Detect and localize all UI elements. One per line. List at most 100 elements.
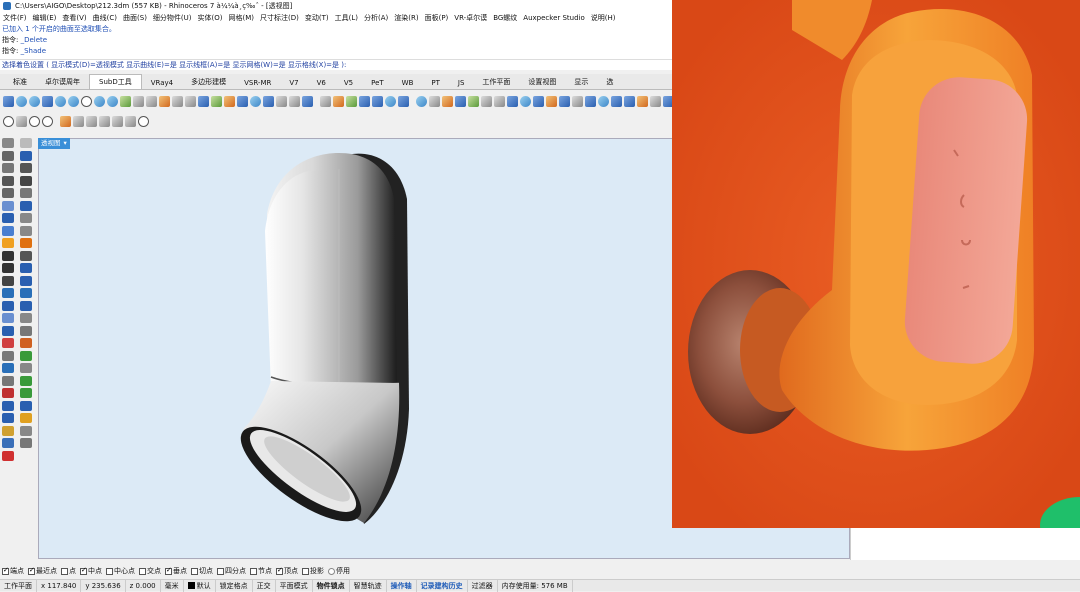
osnap-checkbox[interactable]	[165, 566, 172, 575]
toolbar-tool-icon[interactable]	[112, 115, 123, 127]
toolbar-tool-icon[interactable]	[650, 95, 661, 107]
toolbar-tool-icon[interactable]	[185, 95, 196, 107]
menu-item[interactable]: 查看(V)	[62, 13, 86, 23]
smarttrack-toggle[interactable]: 智慧轨迹	[350, 579, 387, 592]
palette-tool-icon[interactable]	[2, 250, 14, 261]
palette-tool-icon[interactable]	[20, 225, 32, 236]
palette-tool-icon[interactable]	[20, 200, 32, 211]
osnap-checkbox[interactable]	[139, 567, 146, 575]
menu-item[interactable]: VR-卓尔谟	[454, 13, 487, 23]
toolbar-tool-icon[interactable]	[507, 95, 518, 107]
toolbar-tool-icon[interactable]	[385, 95, 396, 107]
toolbar-tool-icon[interactable]	[146, 95, 157, 107]
toolbar-tool-icon[interactable]	[637, 95, 648, 107]
palette-tool-icon[interactable]	[2, 213, 14, 223]
palette-tool-icon[interactable]	[20, 338, 32, 348]
toolbar-tool-icon[interactable]	[624, 95, 635, 107]
osnap-checkbox[interactable]	[302, 567, 309, 575]
toolbar-tool-icon[interactable]	[16, 95, 27, 107]
toolbar-tab[interactable]: V5	[335, 77, 362, 89]
palette-tool-icon[interactable]	[2, 450, 14, 461]
toolbar-tool-icon[interactable]	[416, 95, 427, 107]
toolbar-tool-icon[interactable]	[29, 95, 40, 107]
palette-tool-icon[interactable]	[20, 238, 32, 248]
history-toggle[interactable]: 记录建构历史	[417, 579, 468, 592]
osnap-option[interactable]: 交点	[139, 566, 161, 576]
menu-item[interactable]: 编辑(E)	[33, 13, 57, 23]
toolbar-tool-icon[interactable]	[198, 95, 209, 107]
palette-tool-icon[interactable]	[2, 400, 14, 411]
toolbar-tab[interactable]: SubD工具	[89, 74, 142, 89]
toolbar-tab[interactable]: 显示	[565, 75, 597, 89]
palette-tool-icon[interactable]	[20, 363, 32, 373]
menu-item[interactable]: 实体(O)	[198, 13, 223, 23]
palette-tool-icon[interactable]	[20, 275, 32, 286]
toolbar-tool-icon[interactable]	[359, 95, 370, 107]
toolbar-tab[interactable]: 选	[597, 75, 622, 89]
osnap-disable-radio[interactable]	[328, 567, 335, 575]
toolbar-tool-icon[interactable]	[211, 95, 222, 107]
earbud-model[interactable]	[227, 153, 409, 537]
palette-tool-icon[interactable]	[20, 250, 32, 261]
toolbar-tab[interactable]: PeT	[362, 77, 393, 89]
toolbar-tab[interactable]: VRay4	[142, 77, 182, 89]
filter-toggle[interactable]: 过滤器	[468, 579, 498, 592]
palette-tool-icon[interactable]	[2, 438, 14, 448]
menu-item[interactable]: 工具(L)	[335, 13, 358, 23]
toolbar-tool-icon[interactable]	[333, 95, 344, 107]
toolbar-tool-icon[interactable]	[42, 115, 53, 127]
menu-item[interactable]: 尺寸标注(D)	[260, 13, 299, 23]
toolbar-tool-icon[interactable]	[276, 95, 287, 107]
osnap-checkbox[interactable]	[276, 566, 283, 575]
toolbar-tool-icon[interactable]	[125, 115, 136, 127]
osnap-option[interactable]: 中心点	[106, 566, 135, 576]
toolbar-tool-icon[interactable]	[120, 95, 131, 107]
palette-tool-icon[interactable]	[2, 225, 14, 236]
toolbar-tool-icon[interactable]	[60, 115, 71, 127]
toolbar-tool-icon[interactable]	[107, 95, 118, 107]
toolbar-tool-icon[interactable]	[133, 95, 144, 107]
palette-tool-icon[interactable]	[2, 313, 14, 323]
toolbar-tool-icon[interactable]	[398, 95, 409, 107]
palette-tool-icon[interactable]	[20, 325, 32, 336]
palette-tool-icon[interactable]	[20, 163, 32, 173]
osnap-option[interactable]: 中点	[80, 566, 102, 576]
palette-tool-icon[interactable]	[2, 388, 14, 398]
menu-item[interactable]: 细分物件(U)	[153, 13, 192, 23]
menu-item[interactable]: BG螺纹	[493, 13, 517, 23]
palette-tool-icon[interactable]	[20, 138, 32, 148]
toolbar-tool-icon[interactable]	[455, 95, 466, 107]
palette-tool-icon[interactable]	[2, 150, 14, 161]
toolbar-tool-icon[interactable]	[585, 95, 596, 107]
palette-tool-icon[interactable]	[20, 150, 32, 161]
menu-item[interactable]: 变动(T)	[305, 13, 329, 23]
toolbar-tool-icon[interactable]	[546, 95, 557, 107]
toolbar-tool-icon[interactable]	[468, 95, 479, 107]
toolbar-tab[interactable]: 标准	[4, 75, 36, 89]
toolbar-tool-icon[interactable]	[250, 95, 261, 107]
toolbar-tab[interactable]: 工作平面	[473, 75, 519, 89]
osnap-checkbox[interactable]	[191, 567, 198, 575]
palette-tool-icon[interactable]	[20, 350, 32, 361]
palette-tool-icon[interactable]	[20, 413, 32, 423]
toolbar-tool-icon[interactable]	[16, 115, 27, 127]
osnap-option[interactable]: 停用	[328, 566, 350, 576]
toolbar-tab[interactable]: 卓尔谟周年	[36, 75, 89, 89]
palette-tool-icon[interactable]	[2, 375, 14, 386]
toolbar-tool-icon[interactable]	[55, 95, 66, 107]
osnap-option[interactable]: 端点	[2, 566, 24, 576]
toolbar-tool-icon[interactable]	[94, 95, 105, 107]
palette-tool-icon[interactable]	[2, 350, 14, 361]
menu-item[interactable]: 网格(M)	[229, 13, 255, 23]
osnap-checkbox[interactable]	[217, 567, 224, 575]
toolbar-tab[interactable]: PT	[422, 77, 449, 89]
osnap-toggle[interactable]: 物件锁点	[313, 579, 350, 592]
toolbar-tool-icon[interactable]	[559, 95, 570, 107]
palette-tool-icon[interactable]	[20, 263, 32, 273]
palette-tool-icon[interactable]	[20, 175, 32, 186]
palette-tool-icon[interactable]	[20, 425, 32, 436]
toolbar-tool-icon[interactable]	[99, 115, 110, 127]
cplane-indicator[interactable]: 工作平面	[0, 579, 37, 592]
toolbar-tool-icon[interactable]	[611, 95, 622, 107]
osnap-option[interactable]: 顶点	[276, 566, 298, 576]
